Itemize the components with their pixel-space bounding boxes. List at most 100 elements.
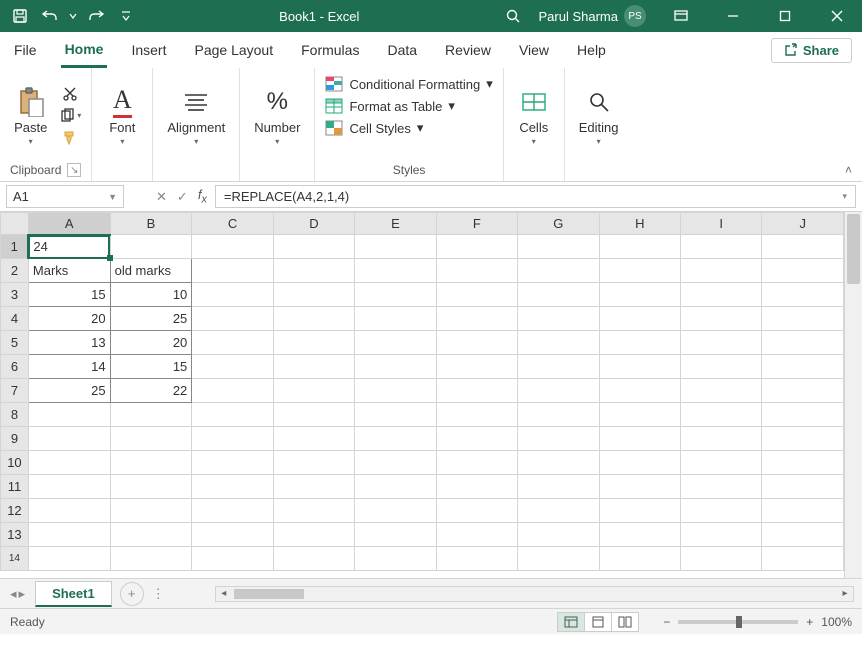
cell[interactable] [599, 451, 680, 475]
cell[interactable] [762, 451, 844, 475]
cell[interactable] [28, 451, 110, 475]
cell[interactable] [436, 523, 517, 547]
redo-icon[interactable] [82, 2, 110, 30]
row-header[interactable]: 9 [1, 427, 29, 451]
row-header[interactable]: 6 [1, 355, 29, 379]
qat-customize-icon[interactable] [112, 2, 140, 30]
cell[interactable] [436, 451, 517, 475]
cell[interactable] [110, 451, 192, 475]
ribbon-display-options-icon[interactable] [658, 0, 704, 32]
cell[interactable] [355, 547, 436, 571]
row-header[interactable]: 10 [1, 451, 29, 475]
tab-review[interactable]: Review [441, 32, 495, 68]
cell[interactable] [681, 523, 762, 547]
cell[interactable] [273, 427, 354, 451]
cell[interactable] [681, 283, 762, 307]
cell[interactable] [681, 403, 762, 427]
cell[interactable] [192, 283, 273, 307]
undo-dropdown-icon[interactable] [66, 2, 80, 30]
row-header[interactable]: 12 [1, 499, 29, 523]
row-header[interactable]: 2 [1, 259, 29, 283]
cell[interactable] [599, 379, 680, 403]
tab-formulas[interactable]: Formulas [297, 32, 363, 68]
cell[interactable] [192, 403, 273, 427]
cell[interactable] [681, 547, 762, 571]
conditional-formatting-button[interactable]: Conditional Formatting ▾ [325, 76, 492, 92]
scrollbar-thumb[interactable] [234, 589, 304, 599]
cell[interactable] [436, 307, 517, 331]
cell[interactable] [762, 259, 844, 283]
cell[interactable]: 24 [28, 235, 110, 259]
cell[interactable] [355, 355, 436, 379]
cell[interactable] [273, 379, 354, 403]
cell[interactable] [518, 475, 599, 499]
col-header[interactable]: J [762, 213, 844, 235]
cell[interactable] [28, 427, 110, 451]
cell[interactable]: 20 [28, 307, 110, 331]
cell[interactable] [762, 355, 844, 379]
col-header[interactable]: F [436, 213, 517, 235]
page-layout-view-icon[interactable] [584, 612, 612, 632]
cancel-formula-icon[interactable]: ✕ [156, 189, 167, 205]
cell[interactable] [599, 523, 680, 547]
cell[interactable] [762, 403, 844, 427]
page-break-view-icon[interactable] [611, 612, 639, 632]
collapse-ribbon-icon[interactable]: ˄ [845, 163, 852, 177]
sheet-tab-sheet1[interactable]: Sheet1 [35, 581, 112, 607]
cell[interactable] [599, 259, 680, 283]
cell[interactable] [762, 499, 844, 523]
cell[interactable] [762, 283, 844, 307]
cell[interactable] [110, 235, 192, 259]
row-header[interactable]: 5 [1, 331, 29, 355]
cell[interactable] [273, 451, 354, 475]
cell[interactable] [681, 475, 762, 499]
cell[interactable] [355, 307, 436, 331]
zoom-out-icon[interactable]: − [663, 615, 670, 629]
cell[interactable] [273, 235, 354, 259]
cell[interactable] [518, 403, 599, 427]
cells-button[interactable]: Cells ▾ [514, 84, 554, 148]
cell[interactable] [681, 451, 762, 475]
cell[interactable] [599, 403, 680, 427]
cell[interactable] [355, 331, 436, 355]
cell[interactable] [599, 331, 680, 355]
vertical-scrollbar[interactable] [844, 212, 862, 578]
cell[interactable] [192, 475, 273, 499]
cell[interactable] [599, 547, 680, 571]
cell[interactable] [355, 451, 436, 475]
cell[interactable] [518, 427, 599, 451]
normal-view-icon[interactable] [557, 612, 585, 632]
cell[interactable] [355, 379, 436, 403]
format-painter-icon[interactable] [59, 129, 81, 147]
editing-button[interactable]: Editing ▾ [575, 84, 623, 148]
tab-home[interactable]: Home [61, 32, 108, 68]
cell[interactable] [355, 403, 436, 427]
cell[interactable] [762, 427, 844, 451]
cell[interactable] [273, 523, 354, 547]
cell[interactable] [436, 235, 517, 259]
cell[interactable] [681, 355, 762, 379]
cell[interactable] [518, 331, 599, 355]
cell[interactable] [273, 403, 354, 427]
cell[interactable] [681, 499, 762, 523]
cell[interactable]: 15 [28, 283, 110, 307]
cell[interactable] [762, 307, 844, 331]
cell[interactable]: 15 [110, 355, 192, 379]
cell[interactable] [518, 259, 599, 283]
close-icon[interactable] [814, 0, 860, 32]
cell[interactable] [28, 499, 110, 523]
cell[interactable] [355, 259, 436, 283]
search-icon[interactable] [499, 2, 527, 30]
save-icon[interactable] [6, 2, 34, 30]
cell[interactable] [355, 283, 436, 307]
cell[interactable] [192, 235, 273, 259]
cell[interactable] [518, 283, 599, 307]
font-button[interactable]: A Font ▾ [102, 84, 142, 148]
cell[interactable] [110, 547, 192, 571]
cell[interactable] [762, 523, 844, 547]
cell[interactable] [192, 379, 273, 403]
cell[interactable] [273, 331, 354, 355]
cell[interactable] [681, 235, 762, 259]
cell[interactable] [273, 355, 354, 379]
cell[interactable] [28, 475, 110, 499]
